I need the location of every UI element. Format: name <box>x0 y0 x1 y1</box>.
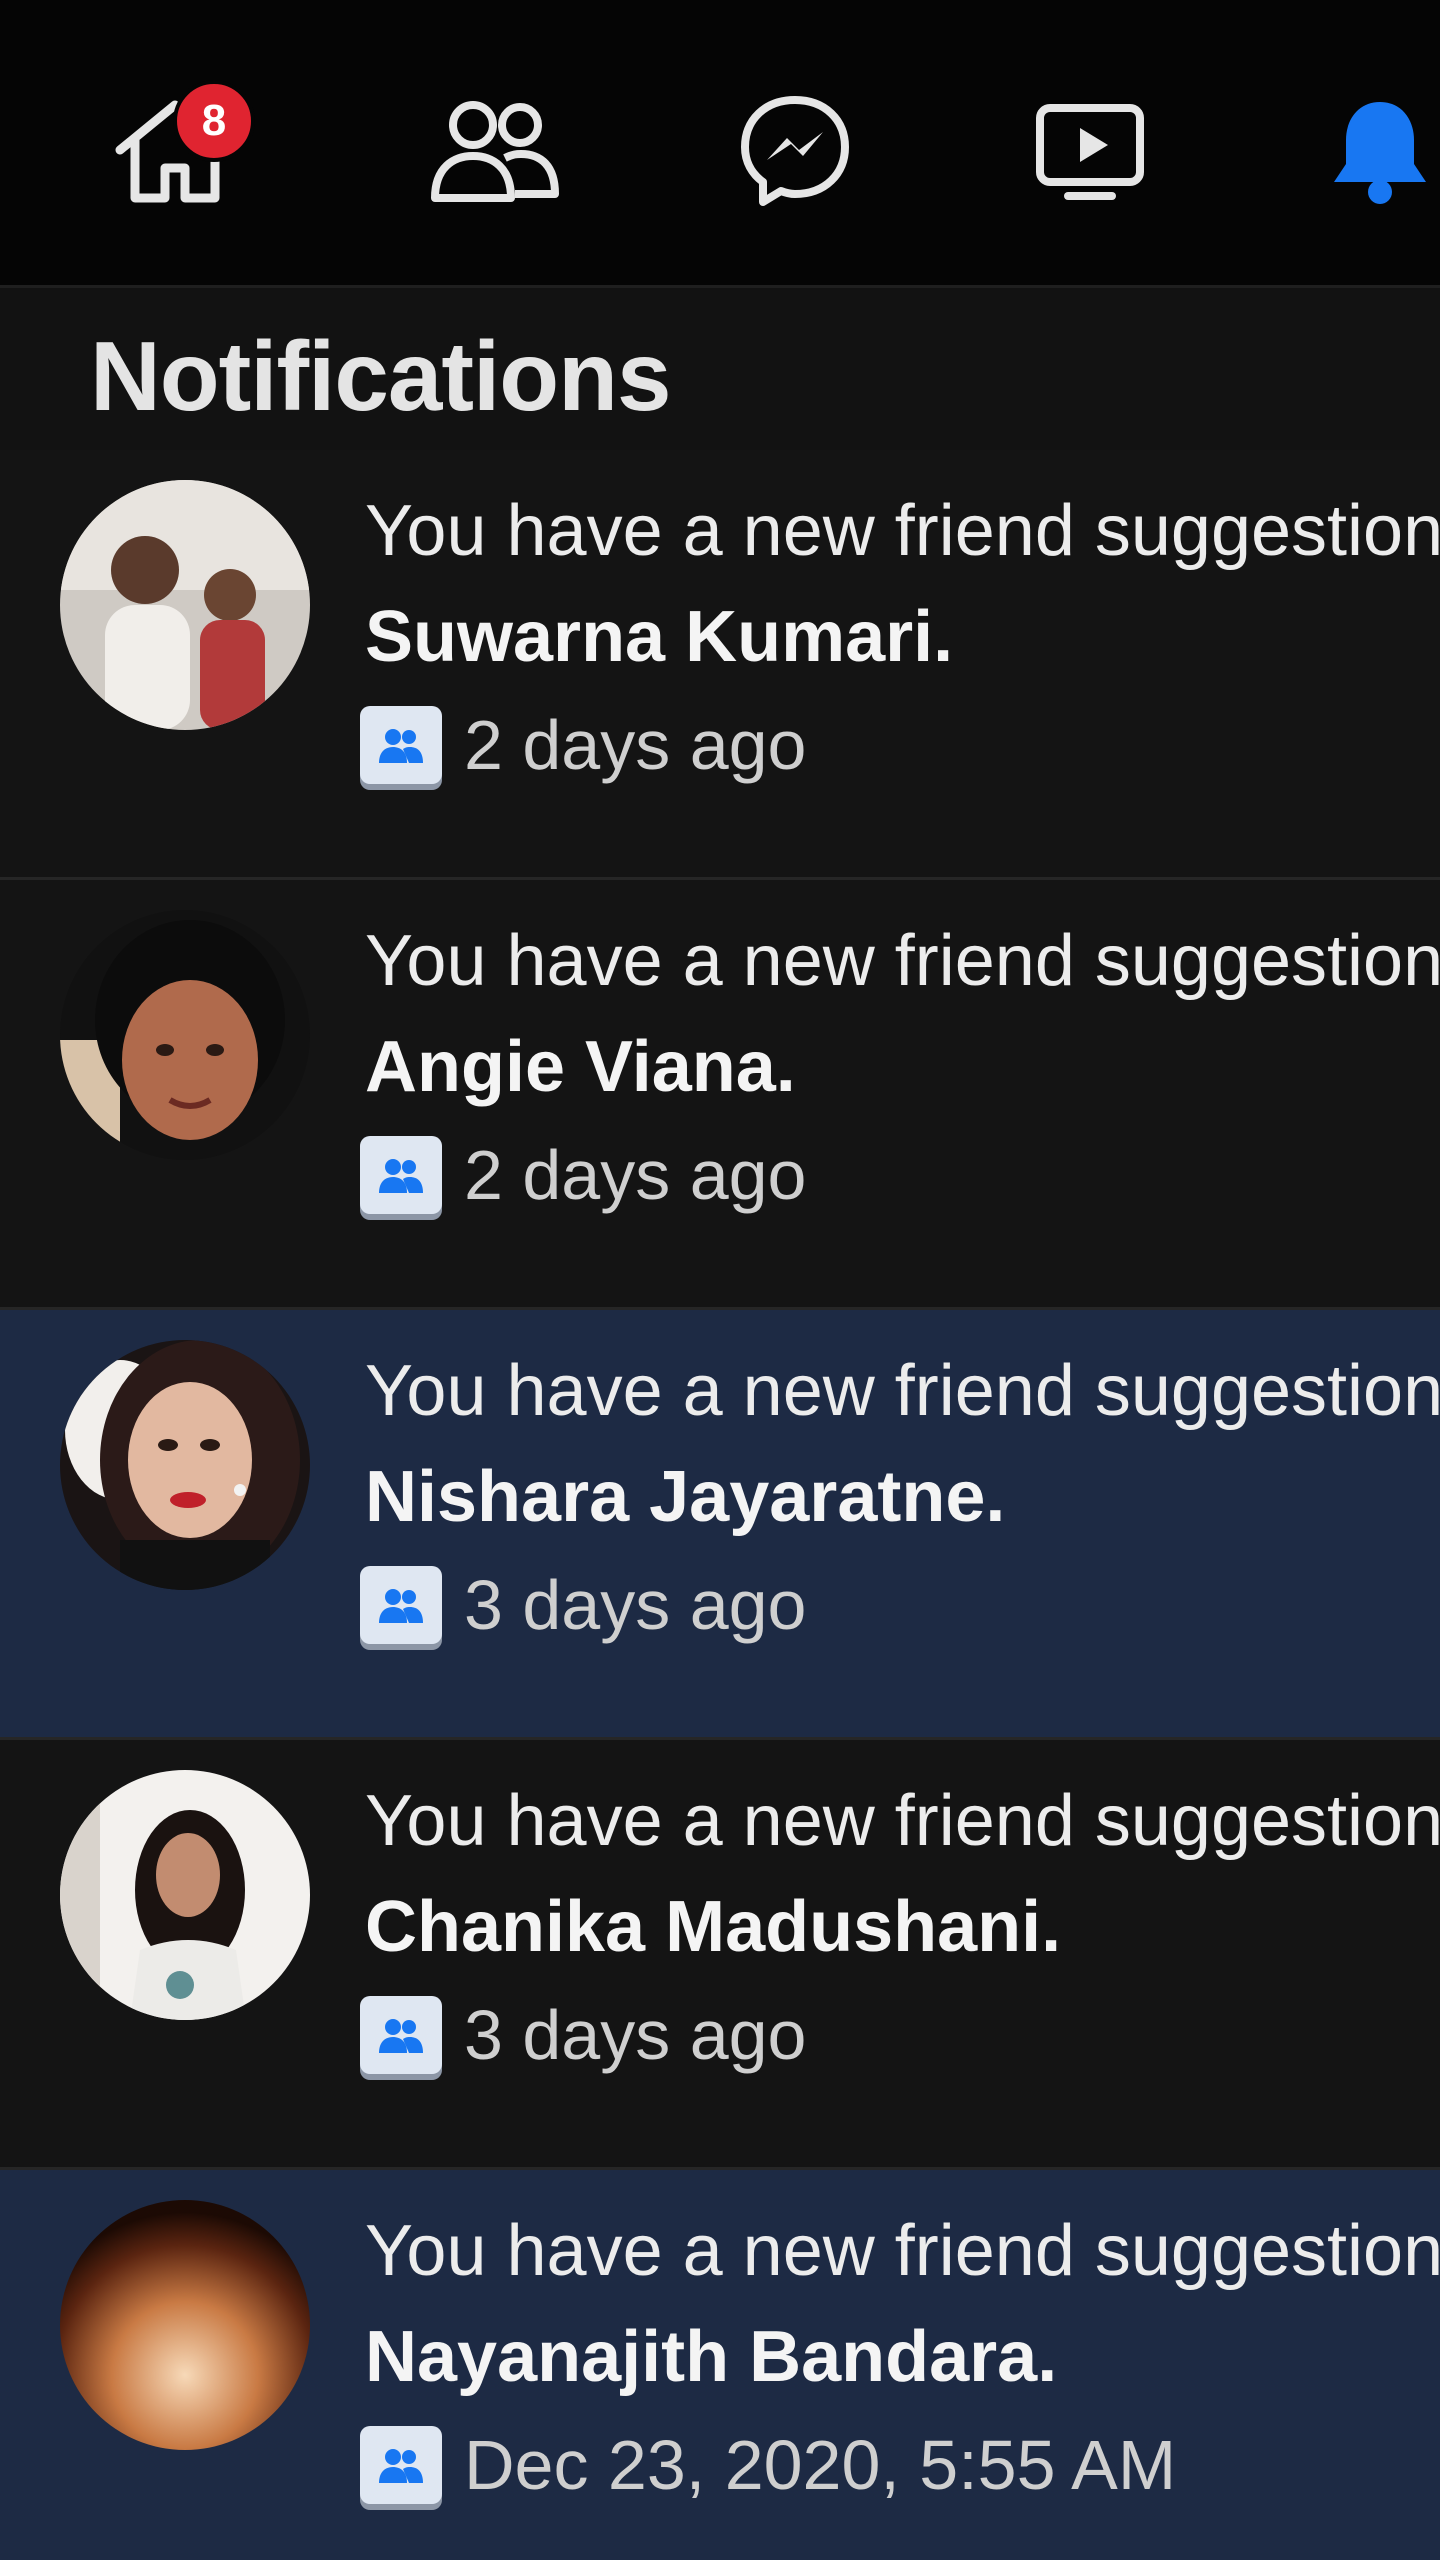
notification-meta: 2 days ago <box>360 695 806 795</box>
notification-person-name: Chanika Madushani. <box>365 1887 1062 1967</box>
friend-suggestion-icon <box>360 2426 442 2504</box>
messenger-icon <box>735 90 855 210</box>
friend-suggestion-icon <box>360 706 442 784</box>
page-title: Notifications <box>90 321 671 431</box>
notification-item[interactable]: You have a new friend suggestion: Nishar… <box>0 1310 1440 1740</box>
notification-meta: 3 days ago <box>360 1985 806 2085</box>
notification-person-name: Suwarna Kumari. <box>365 597 954 677</box>
friend-suggestion-icon <box>360 1136 442 1214</box>
notification-time: 3 days ago <box>464 1566 807 1644</box>
notifications-screen: 8 Notifications You have a new friend su… <box>0 0 1440 2560</box>
notification-time: 2 days ago <box>464 1136 807 1214</box>
notification-text: You have a new friend suggestion: Chanik… <box>365 1768 1440 1980</box>
notification-text: You have a new friend suggestion: Nishar… <box>365 1338 1440 1550</box>
notification-item[interactable]: You have a new friend suggestion: Suwarn… <box>0 450 1440 880</box>
top-navigation-bar: 8 <box>0 0 1440 288</box>
friends-icon <box>425 90 565 210</box>
notification-message: You have a new friend suggestion: <box>365 921 1440 1001</box>
notification-person-name: Angie Viana. <box>365 1027 796 1107</box>
notification-time: Dec 23, 2020, 5:55 AM <box>464 2426 1177 2504</box>
tab-watch[interactable] <box>1010 70 1170 230</box>
home-badge: 8 <box>173 80 255 162</box>
notifications-bell-icon <box>1320 90 1440 210</box>
avatar[interactable] <box>60 480 310 730</box>
notification-item[interactable]: You have a new friend suggestion: Chanik… <box>0 1740 1440 2170</box>
notification-text: You have a new friend suggestion: Nayana… <box>365 2198 1440 2410</box>
tab-home[interactable]: 8 <box>95 70 255 230</box>
notification-message: You have a new friend suggestion: <box>365 491 1440 571</box>
notification-time: 3 days ago <box>464 1996 807 2074</box>
tab-friends[interactable] <box>415 70 575 230</box>
avatar[interactable] <box>60 910 310 1160</box>
notification-text: You have a new friend suggestion: Angie … <box>365 908 1440 1120</box>
notification-item[interactable]: You have a new friend suggestion: Nayana… <box>0 2170 1440 2560</box>
notification-message: You have a new friend suggestion: <box>365 1781 1440 1861</box>
avatar[interactable] <box>60 2200 310 2450</box>
notification-time: 2 days ago <box>464 706 807 784</box>
notification-message: You have a new friend suggestion: <box>365 2211 1440 2291</box>
avatar[interactable] <box>60 1770 310 2020</box>
notification-meta: 2 days ago <box>360 1125 806 1225</box>
tab-notifications[interactable] <box>1300 70 1440 230</box>
avatar[interactable] <box>60 1340 310 1590</box>
friend-suggestion-icon <box>360 1996 442 2074</box>
notification-text: You have a new friend suggestion: Suwarn… <box>365 478 1440 690</box>
notification-item[interactable]: You have a new friend suggestion: Angie … <box>0 880 1440 1310</box>
notification-person-name: Nayanajith Bandara. <box>365 2317 1058 2397</box>
notification-meta: Dec 23, 2020, 5:55 AM <box>360 2415 1176 2515</box>
watch-icon <box>1030 90 1150 210</box>
notification-person-name: Nishara Jayaratne. <box>365 1457 1006 1537</box>
notification-meta: 3 days ago <box>360 1555 806 1655</box>
notification-message: You have a new friend suggestion: <box>365 1351 1440 1431</box>
notifications-list: You have a new friend suggestion: Suwarn… <box>0 450 1440 2560</box>
friend-suggestion-icon <box>360 1566 442 1644</box>
tab-messenger[interactable] <box>715 70 875 230</box>
